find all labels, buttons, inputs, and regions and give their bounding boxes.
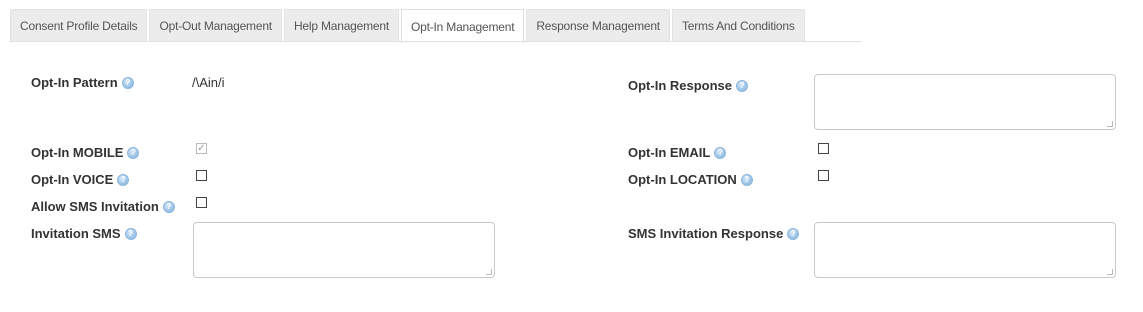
- help-icon[interactable]: ?: [736, 79, 749, 92]
- opt-in-pattern-value: /\Ain/i: [192, 75, 225, 90]
- opt-in-mobile-label: Opt-In MOBILE ?: [31, 145, 140, 160]
- tab-help-management[interactable]: Help Management: [283, 9, 399, 42]
- sms-invitation-response-textarea[interactable]: [814, 222, 1116, 278]
- tab-response-management[interactable]: Response Management: [526, 9, 670, 42]
- opt-in-pattern-label: Opt-In Pattern ?: [31, 75, 134, 90]
- tab-bar: Consent Profile Details Opt-Out Manageme…: [10, 9, 807, 43]
- opt-in-mobile-checkbox[interactable]: ✓: [196, 143, 207, 154]
- help-icon[interactable]: ?: [162, 200, 175, 213]
- tab-terms-and-conditions[interactable]: Terms And Conditions: [671, 9, 805, 42]
- tab-divider: [10, 41, 861, 42]
- help-icon[interactable]: ?: [740, 173, 753, 186]
- opt-in-location-label: Opt-In LOCATION ?: [628, 172, 753, 187]
- opt-in-email-label: Opt-In EMAIL ?: [628, 145, 727, 160]
- help-icon[interactable]: ?: [787, 227, 800, 240]
- opt-in-location-checkbox[interactable]: [818, 170, 829, 181]
- help-icon[interactable]: ?: [124, 227, 137, 240]
- opt-in-voice-label: Opt-In VOICE ?: [31, 172, 130, 187]
- sms-invitation-response-label: SMS Invitation Response ?: [628, 226, 800, 241]
- help-icon[interactable]: ?: [714, 146, 727, 159]
- help-icon[interactable]: ?: [121, 76, 134, 89]
- tab-opt-out-management[interactable]: Opt-Out Management: [149, 9, 282, 42]
- invitation-sms-textarea[interactable]: [193, 222, 495, 278]
- tab-consent-profile-details[interactable]: Consent Profile Details: [10, 9, 148, 42]
- invitation-sms-label: Invitation SMS ?: [31, 226, 137, 241]
- tab-opt-in-management[interactable]: Opt-In Management: [401, 9, 525, 43]
- opt-in-response-label: Opt-In Response ?: [628, 78, 749, 93]
- opt-in-response-textarea[interactable]: [814, 74, 1116, 130]
- help-icon[interactable]: ?: [127, 146, 140, 159]
- allow-sms-invitation-checkbox[interactable]: [196, 197, 207, 208]
- help-icon[interactable]: ?: [117, 173, 130, 186]
- opt-in-email-checkbox[interactable]: [818, 143, 829, 154]
- allow-sms-invitation-label: Allow SMS Invitation ?: [31, 199, 175, 214]
- opt-in-voice-checkbox[interactable]: [196, 170, 207, 181]
